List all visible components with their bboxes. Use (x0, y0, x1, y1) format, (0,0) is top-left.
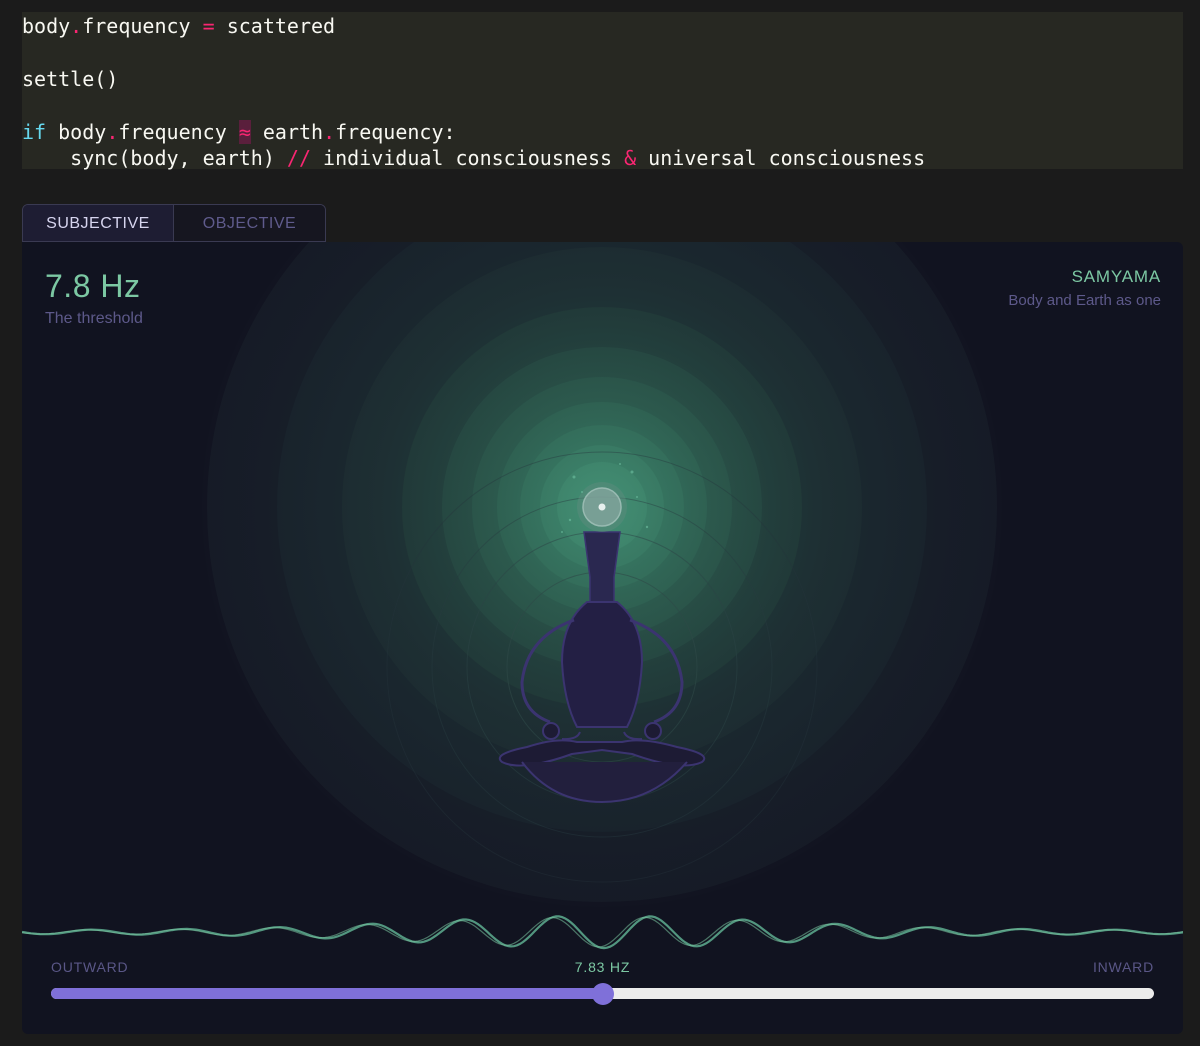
frequency-slider-fill (51, 988, 603, 999)
frequency-slider-thumb[interactable] (591, 983, 614, 1005)
code-block: body.frequency = scattered settle() if b… (22, 12, 1183, 170)
state-name: SAMYAMA (1071, 267, 1161, 286)
code-line-1: body.frequency = scattered (22, 14, 336, 38)
view-tabs: SUBJECTIVE OBJECTIVE (22, 204, 326, 242)
code-line-4: sync(body, earth) // individual consciou… (22, 145, 926, 170)
code-line-2: settle() (22, 66, 119, 91)
frequency-readout: 7.8 Hz (45, 268, 141, 304)
resonance-scene (22, 242, 1183, 950)
state-caption: Body and Earth as one (1008, 292, 1161, 309)
crown-orb-icon (577, 482, 627, 532)
resonance-wave (22, 915, 1183, 950)
slider-value-label: 7.83 HZ (574, 959, 631, 975)
code-line-3: if body.frequency ≈ earth.frequency: (22, 119, 456, 144)
tab-objective[interactable]: OBJECTIVE (174, 205, 325, 241)
tab-subjective[interactable]: SUBJECTIVE (23, 205, 174, 241)
frequency-caption: The threshold (45, 310, 143, 327)
visualization-panel: 7.8 Hz The threshold SAMYAMA Body and Ea… (22, 242, 1183, 1034)
slider-label-inward: INWARD (1092, 959, 1154, 975)
